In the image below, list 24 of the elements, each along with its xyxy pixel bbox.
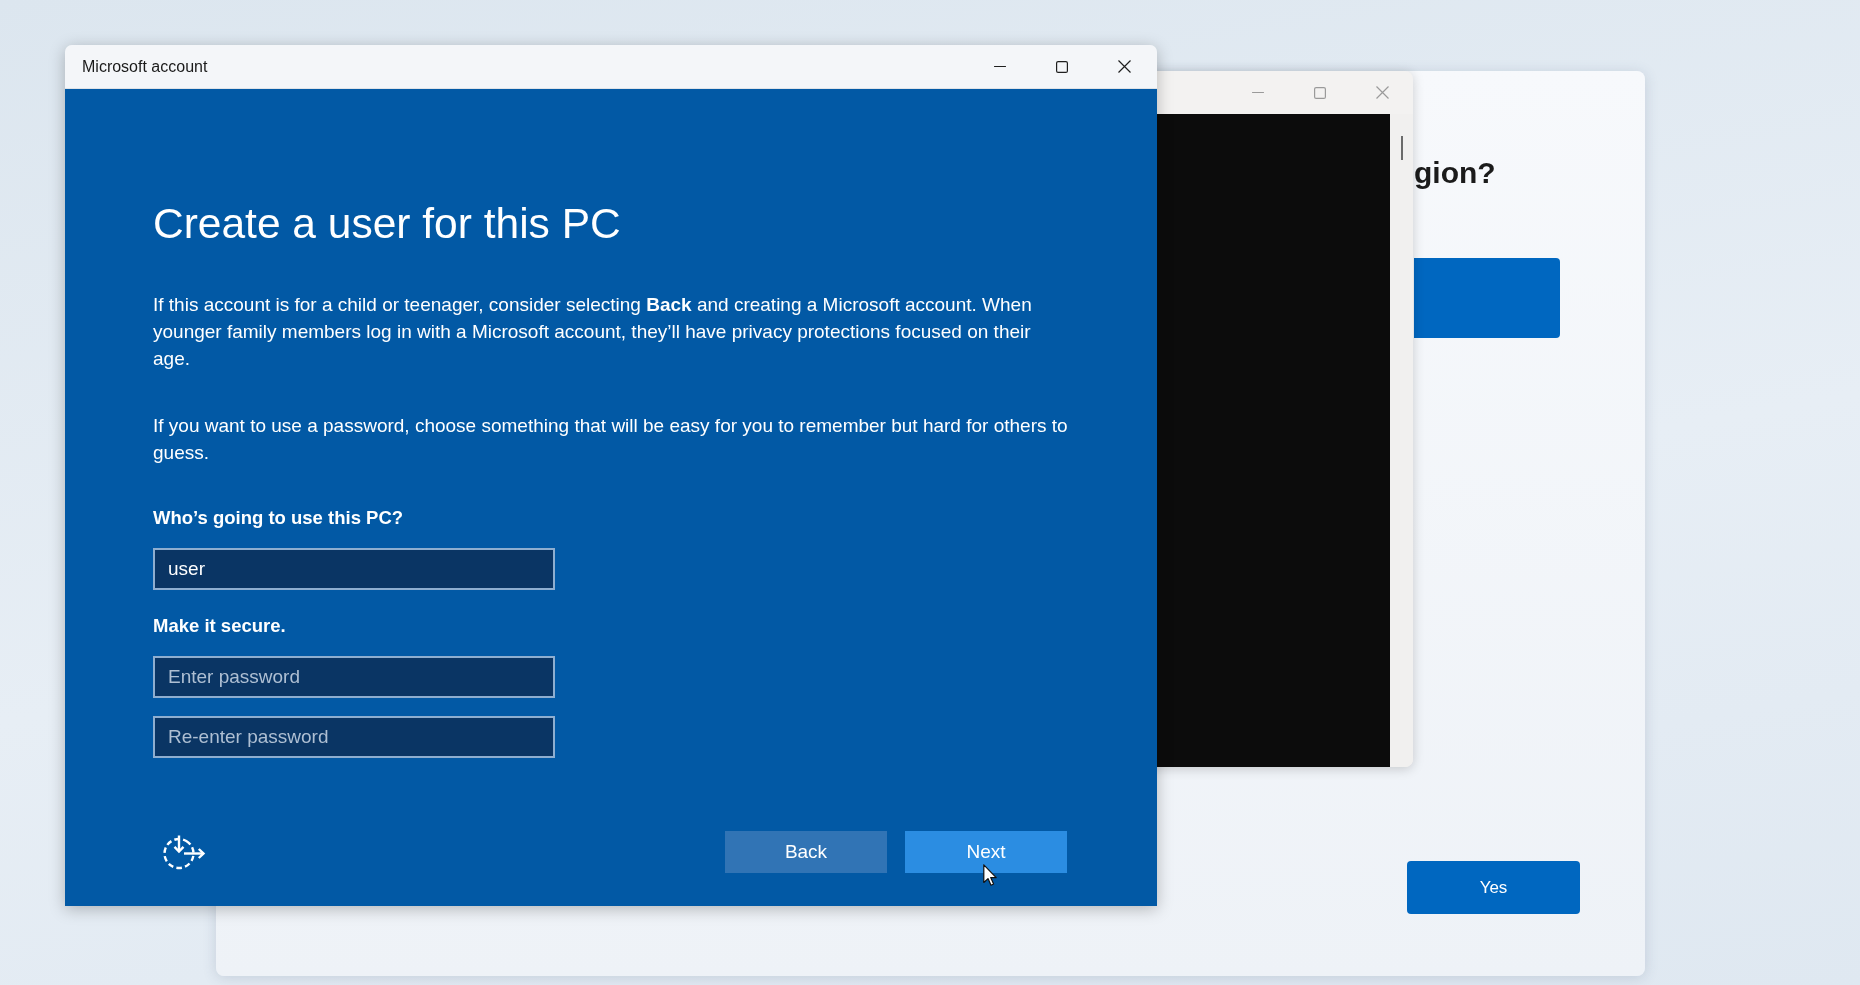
close-icon xyxy=(1117,60,1131,73)
field-label: Make it secure. xyxy=(153,614,287,638)
list-item[interactable] xyxy=(1414,258,1560,338)
dialog-heading: gion? xyxy=(1414,155,1496,191)
nav-button[interactable]: Next xyxy=(905,831,1067,873)
info-paragraph: If this account is for a child or teenager, consider selecting Back and creating a Microsoft account. When younger family members log in with a Microsoft account, they’ll have privacy protections focused on their age. xyxy=(153,293,1033,371)
nav-button[interactable]: Back xyxy=(725,831,887,873)
minimize-icon xyxy=(1252,91,1264,94)
mouse-pointer-icon xyxy=(983,864,997,886)
maximize-icon xyxy=(1314,86,1326,99)
maximize-icon xyxy=(1056,60,1068,73)
page-heading: Create a user for this PC xyxy=(153,199,622,249)
scrollbar-thumb[interactable] xyxy=(1401,136,1403,160)
confirm-button[interactable]: Yes xyxy=(1407,861,1580,914)
dashed-circle-arrows-icon[interactable] xyxy=(162,834,206,870)
info-paragraph: If you want to use a password, choose something that will be easy for you to remember but hard for others to guess. xyxy=(153,414,1068,465)
name-field[interactable]: user xyxy=(153,548,555,590)
minimize-icon xyxy=(994,65,1006,68)
password-field[interactable]: Re-enter password xyxy=(153,716,555,758)
password-field[interactable]: Enter password xyxy=(153,656,555,698)
scrollbar-track[interactable] xyxy=(1390,114,1413,767)
field-label: Who’s going to use this PC? xyxy=(153,506,405,530)
window-title: Microsoft account xyxy=(82,57,209,76)
close-icon xyxy=(1375,86,1389,99)
